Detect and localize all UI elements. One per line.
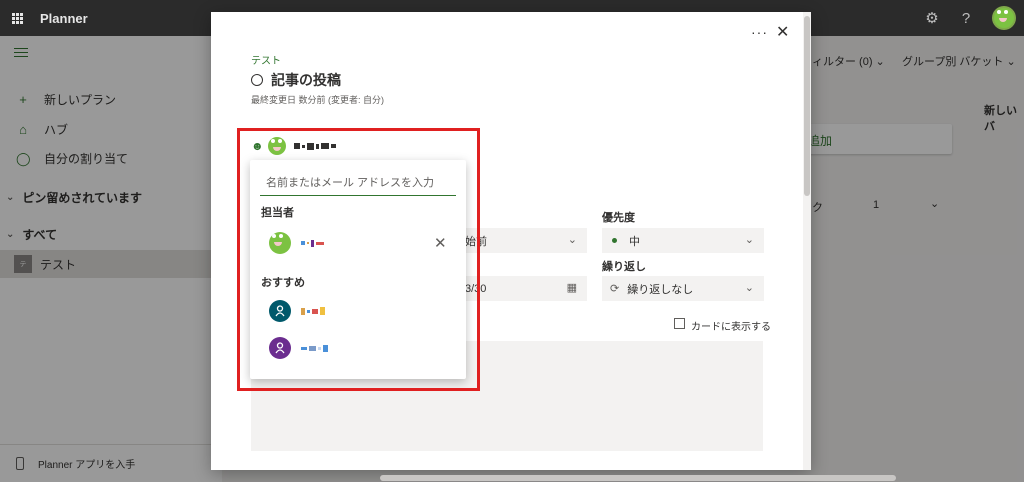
help-icon[interactable]: ? — [958, 10, 974, 27]
complete-task-checkbox[interactable] — [251, 74, 263, 86]
task-title-row: 記事の投稿 — [251, 70, 341, 90]
user-avatar[interactable] — [992, 6, 1016, 30]
app-title[interactable]: Planner — [40, 11, 88, 26]
repeat-label: 繰り返し — [602, 261, 646, 273]
priority-select[interactable]: 中 ⌄ — [602, 228, 764, 253]
repeat-select[interactable]: ⟳ 繰り返しなし ⌄ — [602, 276, 764, 301]
chevron-down-icon: ⌄ — [567, 234, 577, 246]
chevron-down-icon: ⌄ — [744, 234, 754, 246]
scrollbar-thumb[interactable] — [804, 16, 810, 196]
priority-label: 優先度 — [602, 212, 635, 224]
chevron-down-icon: ⌄ — [744, 282, 754, 294]
show-on-card-checkbox[interactable] — [674, 318, 685, 329]
close-icon[interactable]: ✕ — [776, 22, 789, 42]
priority-dot-icon — [612, 238, 617, 243]
repeat-value: 繰り返しなし — [627, 283, 694, 296]
bucket-label: テスト — [251, 56, 281, 67]
priority-value: 中 — [629, 235, 640, 248]
task-title[interactable]: 記事の投稿 — [271, 70, 341, 90]
repeat-icon: ⟳ — [610, 283, 620, 295]
show-on-card-label: カードに表示する — [691, 322, 771, 333]
app-launcher-icon[interactable] — [2, 0, 32, 36]
more-options-icon[interactable]: ··· — [751, 24, 768, 40]
horizontal-scrollbar[interactable] — [380, 475, 896, 481]
calendar-icon: ▦ — [566, 282, 577, 294]
highlight-box — [237, 128, 480, 391]
last-modified-text: 最終変更日 数分前 (変更者: 自分) — [251, 95, 384, 105]
settings-icon[interactable]: ⚙ — [924, 9, 940, 27]
